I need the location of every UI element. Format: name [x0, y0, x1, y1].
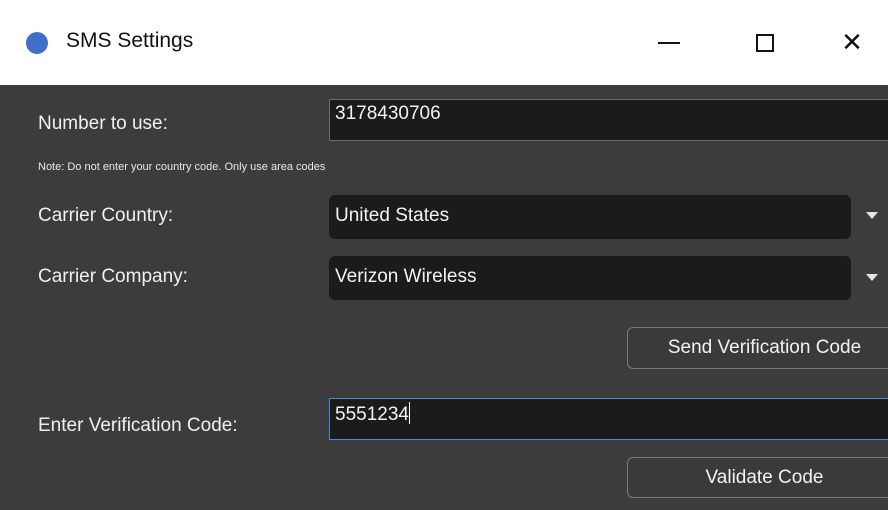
maximize-button[interactable]: [717, 0, 813, 85]
carrier-company-select[interactable]: Verizon Wireless: [329, 256, 851, 300]
verification-code-label: Enter Verification Code:: [38, 415, 238, 436]
minimize-button[interactable]: [621, 0, 717, 85]
settings-form: Number to use: 3178430706 Note: Do not e…: [0, 85, 888, 510]
text-caret: [408, 402, 410, 424]
carrier-company-chevron-down-icon[interactable]: [866, 274, 878, 281]
verification-code-input[interactable]: 5551234: [329, 398, 888, 440]
sms-settings-window: SMS Settings ✕ Number to use: 3178430706…: [0, 0, 888, 510]
window-title: SMS Settings: [66, 29, 194, 52]
close-button[interactable]: ✕: [804, 0, 888, 85]
carrier-company-label: Carrier Company:: [38, 266, 188, 287]
number-label: Number to use:: [38, 113, 168, 134]
send-verification-code-button[interactable]: Send Verification Code: [627, 327, 888, 369]
number-input[interactable]: 3178430706: [329, 99, 888, 141]
carrier-country-chevron-down-icon[interactable]: [866, 212, 878, 219]
app-circle-icon: [26, 32, 48, 54]
maximize-icon: [756, 33, 774, 52]
carrier-country-select[interactable]: United States: [329, 195, 851, 239]
close-icon: ✕: [841, 27, 863, 58]
verification-code-value: 5551234: [335, 404, 409, 425]
carrier-country-label: Carrier Country:: [38, 205, 174, 226]
country-code-note: Note: Do not enter your country code. On…: [38, 161, 326, 173]
title-bar[interactable]: SMS Settings ✕: [0, 0, 888, 85]
validate-code-button[interactable]: Validate Code: [627, 457, 888, 498]
minimize-icon: [658, 41, 680, 44]
